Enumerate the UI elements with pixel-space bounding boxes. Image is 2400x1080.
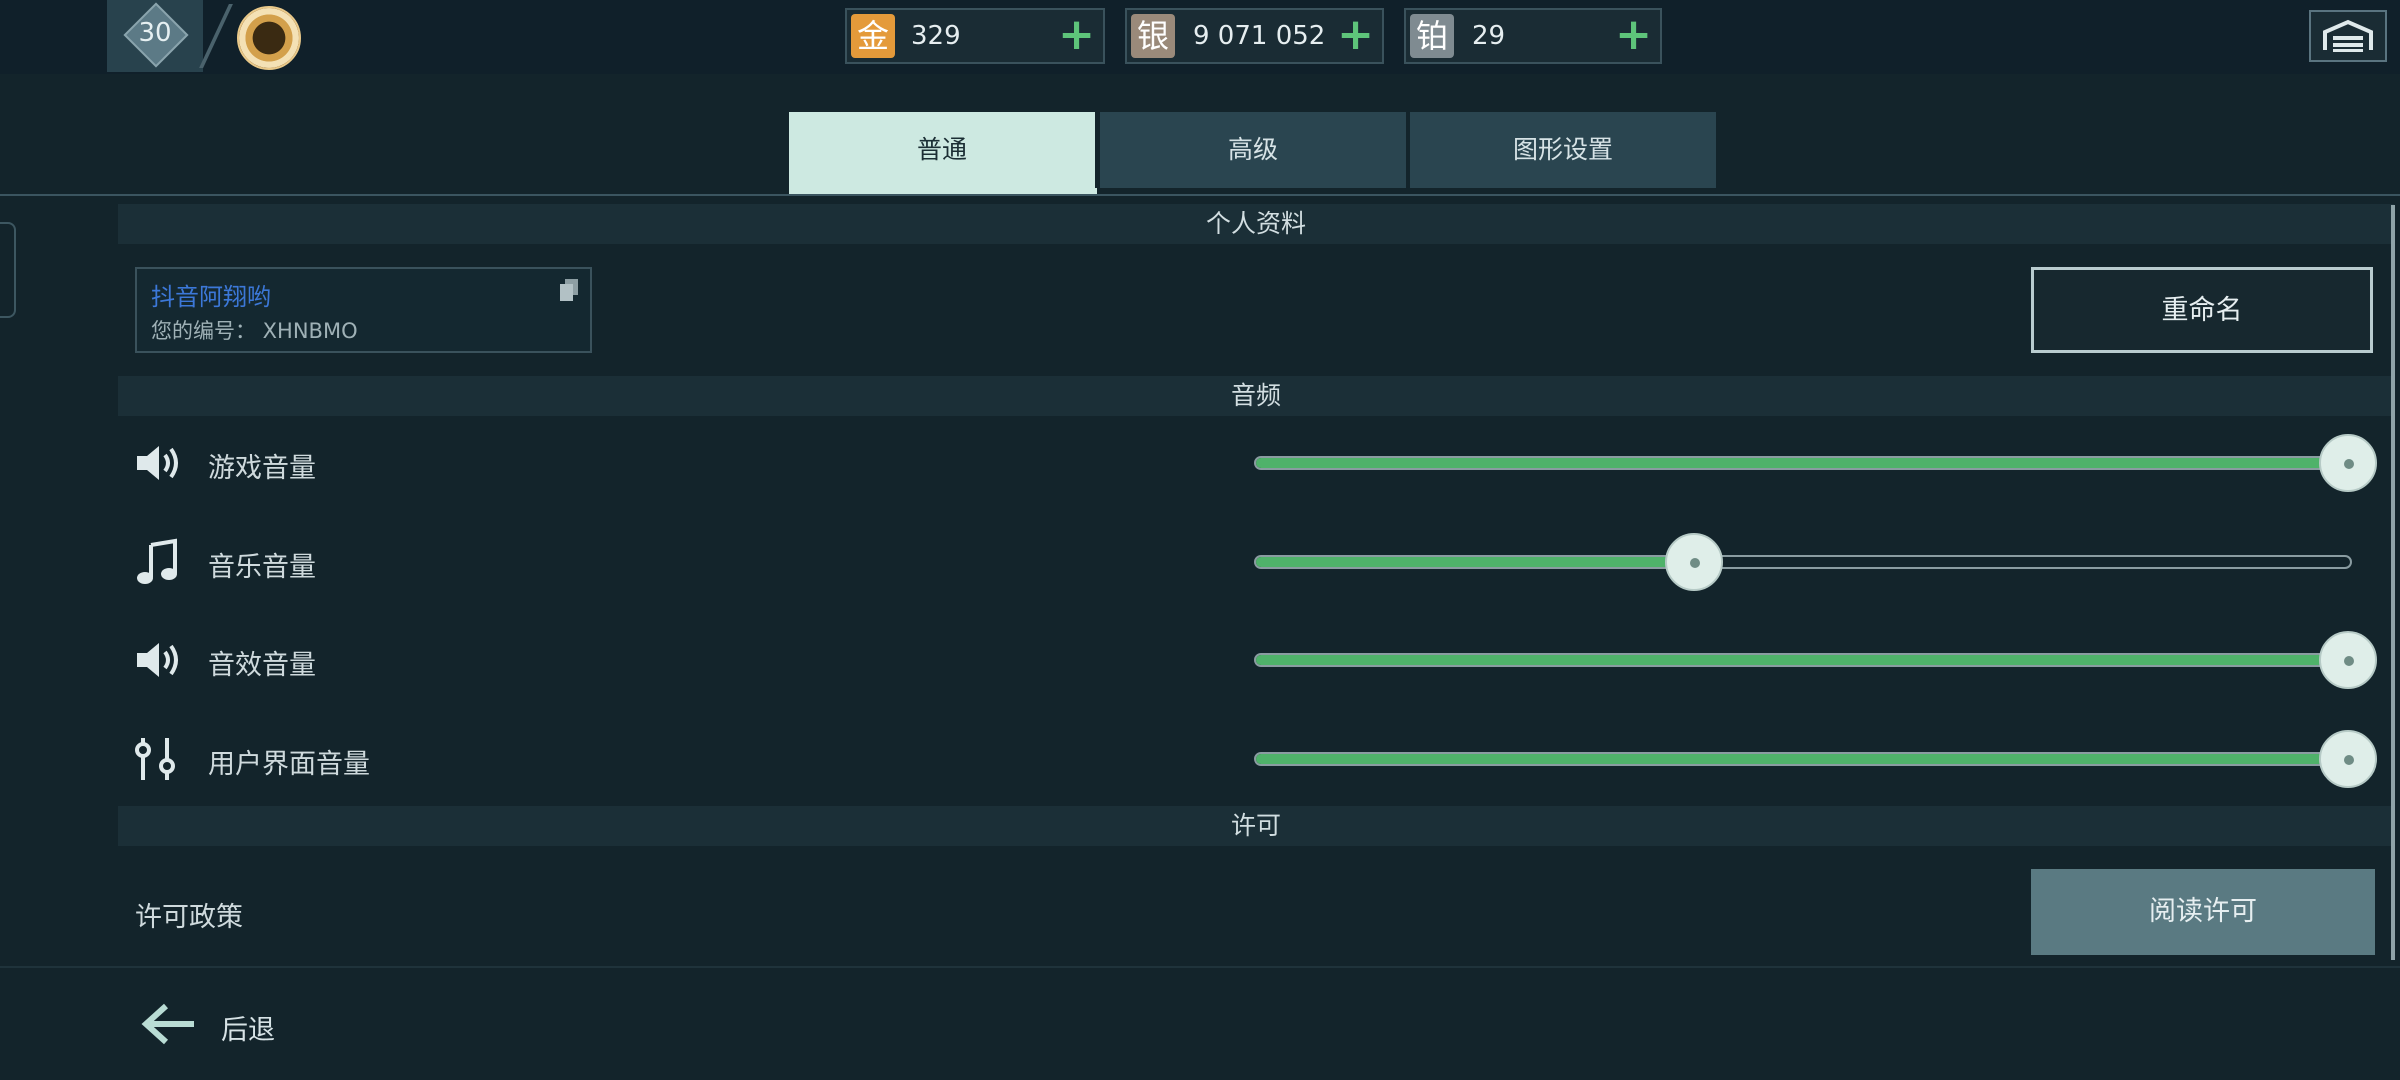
silver-currency: 银 9 071 052 + [1125,8,1384,64]
slider-fill [1256,754,2350,764]
garage-icon [2323,19,2373,52]
slider-fill [1256,458,2350,468]
slider-fill [1256,655,2350,665]
tab-advanced[interactable]: 高级 [1100,112,1406,188]
equalizer-icon [135,738,175,780]
music-note-icon [137,538,177,584]
effects-volume-knob[interactable] [2319,631,2377,689]
license-section-header: 许可 [118,806,2394,846]
profile-card: 抖音阿翔哟 您的编号： XHNBMO [135,267,592,353]
back-button[interactable]: 后退 [221,1008,275,1047]
tab-general[interactable]: 普通 [789,112,1095,188]
music-volume-slider[interactable] [1254,555,2352,569]
speaker-icon [137,643,178,677]
profile-section-header: 个人资料 [118,204,2394,244]
music-volume-label: 音乐音量 [208,552,316,583]
speaker-icon [137,446,178,480]
silver-value: 9 071 052 [1193,21,1326,51]
scrollbar[interactable] [2391,205,2395,960]
game-volume-label: 游戏音量 [208,453,316,484]
music-volume-knob[interactable] [1665,533,1723,591]
back-arrow-icon[interactable] [140,1000,196,1048]
player-name: 抖音阿翔哟 [151,283,271,311]
platinum-value: 29 [1472,21,1506,51]
game-volume-knob[interactable] [2319,434,2377,492]
tab-graphics[interactable]: 图形设置 [1410,112,1716,188]
ui-volume-knob[interactable] [2319,730,2377,788]
copy-icon[interactable] [560,279,578,301]
add-silver-button[interactable]: + [1337,10,1374,62]
player-id: 您的编号： XHNBMO [151,319,358,343]
player-emblem-icon[interactable] [237,6,301,70]
divider [0,194,2400,196]
platinum-currency: 铂 29 + [1404,8,1662,64]
silver-icon: 银 [1131,14,1175,58]
add-platinum-button[interactable]: + [1615,10,1652,62]
gold-currency: 金 329 + [845,8,1105,64]
effects-volume-label: 音效音量 [208,650,316,681]
gold-icon: 金 [851,14,895,58]
effects-volume-slider[interactable] [1254,653,2352,667]
game-volume-slider[interactable] [1254,456,2352,470]
garage-button[interactable] [2309,10,2387,62]
license-policy-label: 许可政策 [135,902,243,933]
audio-section-header: 音频 [118,376,2394,416]
add-gold-button[interactable]: + [1058,10,1095,62]
slider-fill [1256,557,1694,567]
ui-volume-slider[interactable] [1254,752,2352,766]
gold-value: 329 [911,21,961,51]
rename-button[interactable]: 重命名 [2031,267,2373,353]
player-level: 30 [138,18,172,48]
divider [0,966,2400,968]
ui-volume-label: 用户界面音量 [208,749,370,780]
platinum-icon: 铂 [1410,14,1454,58]
read-license-button[interactable]: 阅读许可 [2031,869,2375,955]
side-panel-handle[interactable] [0,222,16,318]
